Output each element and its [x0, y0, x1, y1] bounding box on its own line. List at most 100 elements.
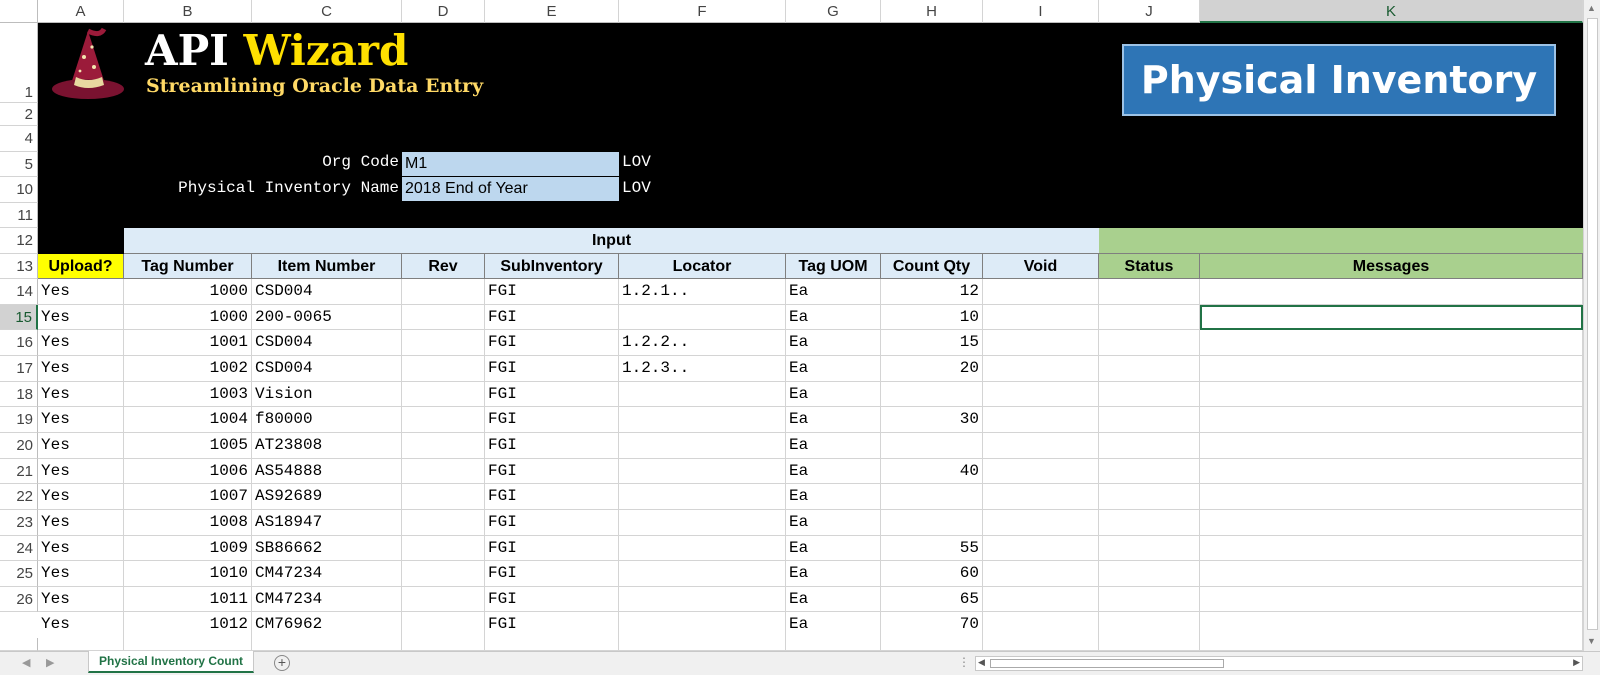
- cell-count-qty[interactable]: 20: [881, 356, 983, 382]
- cell-messages[interactable]: [1200, 536, 1583, 561]
- column-header-b[interactable]: B: [124, 0, 252, 23]
- cell-rev[interactable]: [402, 510, 485, 536]
- cell-subinventory[interactable]: FGI: [485, 407, 619, 433]
- cell-count-qty[interactable]: 55: [881, 536, 983, 561]
- cell-item-number[interactable]: CM47234: [252, 561, 402, 587]
- row-header-21[interactable]: 21: [0, 459, 38, 484]
- cell-upload[interactable]: Yes: [38, 356, 124, 382]
- cell-rev[interactable]: [402, 407, 485, 433]
- cell-locator[interactable]: [619, 433, 786, 459]
- row-header-25[interactable]: 25: [0, 561, 38, 587]
- cell-messages[interactable]: [1200, 561, 1583, 587]
- cell-status[interactable]: [1099, 510, 1200, 536]
- cell-item-number[interactable]: AT23808: [252, 433, 402, 459]
- row-header-5[interactable]: 5: [0, 152, 38, 177]
- scroll-right-icon[interactable]: ▶: [1573, 657, 1580, 668]
- cell-status[interactable]: [1099, 561, 1200, 587]
- cell-upload[interactable]: Yes: [38, 510, 124, 536]
- cell-subinventory[interactable]: FGI: [485, 561, 619, 587]
- cell-locator[interactable]: 1.2.2..: [619, 330, 786, 356]
- cell-void[interactable]: [983, 356, 1099, 382]
- cell-item-number[interactable]: CM47234: [252, 587, 402, 612]
- cell-subinventory[interactable]: FGI: [485, 459, 619, 484]
- scroll-left-icon[interactable]: ◀: [978, 657, 985, 668]
- cell-rev[interactable]: [402, 459, 485, 484]
- cell-status[interactable]: [1099, 484, 1200, 510]
- cell-void[interactable]: [983, 459, 1099, 484]
- cell-void[interactable]: [983, 484, 1099, 510]
- cell-rev[interactable]: [402, 536, 485, 561]
- cell-tag-number[interactable]: 1000: [124, 279, 252, 305]
- row-header-2[interactable]: 2: [0, 103, 38, 126]
- column-header-d[interactable]: D: [402, 0, 485, 23]
- cell-messages[interactable]: [1200, 433, 1583, 459]
- cell-void[interactable]: [983, 510, 1099, 536]
- cell-tag-number[interactable]: 1009: [124, 536, 252, 561]
- scroll-up-icon[interactable]: ▲: [1587, 3, 1596, 13]
- org-code-lov[interactable]: LOV: [622, 153, 651, 171]
- horizontal-scroll-thumb[interactable]: [990, 659, 1224, 668]
- org-code-field[interactable]: M1: [402, 152, 619, 176]
- cell-tag-uom[interactable]: Ea: [786, 407, 881, 433]
- cell-messages[interactable]: [1200, 510, 1583, 536]
- next-sheet-icon[interactable]: ▶: [46, 656, 54, 669]
- cell-void[interactable]: [983, 561, 1099, 587]
- cell-status[interactable]: [1099, 356, 1200, 382]
- cell-tag-number[interactable]: 1002: [124, 356, 252, 382]
- column-header-g[interactable]: G: [786, 0, 881, 23]
- cell-count-qty[interactable]: 60: [881, 561, 983, 587]
- cell-tag-number[interactable]: 1004: [124, 407, 252, 433]
- cell-rev[interactable]: [402, 433, 485, 459]
- cell-messages[interactable]: [1200, 459, 1583, 484]
- cell-tag-uom[interactable]: Ea: [786, 356, 881, 382]
- column-header-a[interactable]: A: [38, 0, 124, 23]
- row-header-24[interactable]: 24: [0, 536, 38, 561]
- cell-subinventory[interactable]: FGI: [485, 510, 619, 536]
- prev-sheet-icon[interactable]: ◀: [22, 656, 30, 669]
- cell-locator[interactable]: [619, 510, 786, 536]
- cell-upload[interactable]: Yes: [38, 407, 124, 433]
- cell-locator[interactable]: [619, 382, 786, 407]
- column-header-j[interactable]: J: [1099, 0, 1200, 23]
- cell-void[interactable]: [983, 330, 1099, 356]
- cell-upload[interactable]: Yes: [38, 433, 124, 459]
- cell-messages[interactable]: [1200, 279, 1583, 305]
- cell-tag-uom[interactable]: Ea: [786, 433, 881, 459]
- cell-tag-uom[interactable]: Ea: [786, 330, 881, 356]
- cell-locator[interactable]: 1.2.3..: [619, 356, 786, 382]
- cell-tag-number[interactable]: 1011: [124, 587, 252, 612]
- sheet-tab-physical-inventory-count[interactable]: Physical Inventory Count: [88, 651, 255, 673]
- cell-status[interactable]: [1099, 279, 1200, 305]
- cell-void[interactable]: [983, 382, 1099, 407]
- row-header-11[interactable]: 11: [0, 203, 38, 228]
- cell-messages[interactable]: [1200, 484, 1583, 510]
- cell-item-number[interactable]: f80000: [252, 407, 402, 433]
- cell-locator[interactable]: [619, 587, 786, 612]
- row-header-26[interactable]: 26: [0, 587, 38, 612]
- cell-upload[interactable]: Yes: [38, 536, 124, 561]
- scroll-down-icon[interactable]: ▼: [1587, 636, 1596, 646]
- cell-count-qty[interactable]: 40: [881, 459, 983, 484]
- tab-splitter-icon[interactable]: ⋮: [958, 655, 970, 669]
- cell-subinventory[interactable]: FGI: [485, 433, 619, 459]
- row-header-16[interactable]: 16: [0, 330, 38, 356]
- cell-tag-number[interactable]: 1001: [124, 330, 252, 356]
- cell-subinventory[interactable]: FGI: [485, 536, 619, 561]
- column-header-i[interactable]: I: [983, 0, 1099, 23]
- cell-subinventory[interactable]: FGI: [485, 382, 619, 407]
- cell-status[interactable]: [1099, 330, 1200, 356]
- cell-messages[interactable]: [1200, 407, 1583, 433]
- cell-item-number[interactable]: AS18947: [252, 510, 402, 536]
- column-header-k[interactable]: K: [1200, 0, 1583, 23]
- cell-subinventory[interactable]: FGI: [485, 484, 619, 510]
- cell-locator[interactable]: [619, 407, 786, 433]
- row-header-17[interactable]: 17: [0, 356, 38, 382]
- cell-tag-number[interactable]: 1007: [124, 484, 252, 510]
- cell-status[interactable]: [1099, 587, 1200, 612]
- cell-void[interactable]: [983, 305, 1099, 330]
- cell-void[interactable]: [983, 279, 1099, 305]
- cell-tag-number[interactable]: 1006: [124, 459, 252, 484]
- vertical-scrollbar[interactable]: ▲ ▼: [1583, 0, 1600, 651]
- cell-tag-number[interactable]: 1008: [124, 510, 252, 536]
- cell-subinventory[interactable]: FGI: [485, 279, 619, 305]
